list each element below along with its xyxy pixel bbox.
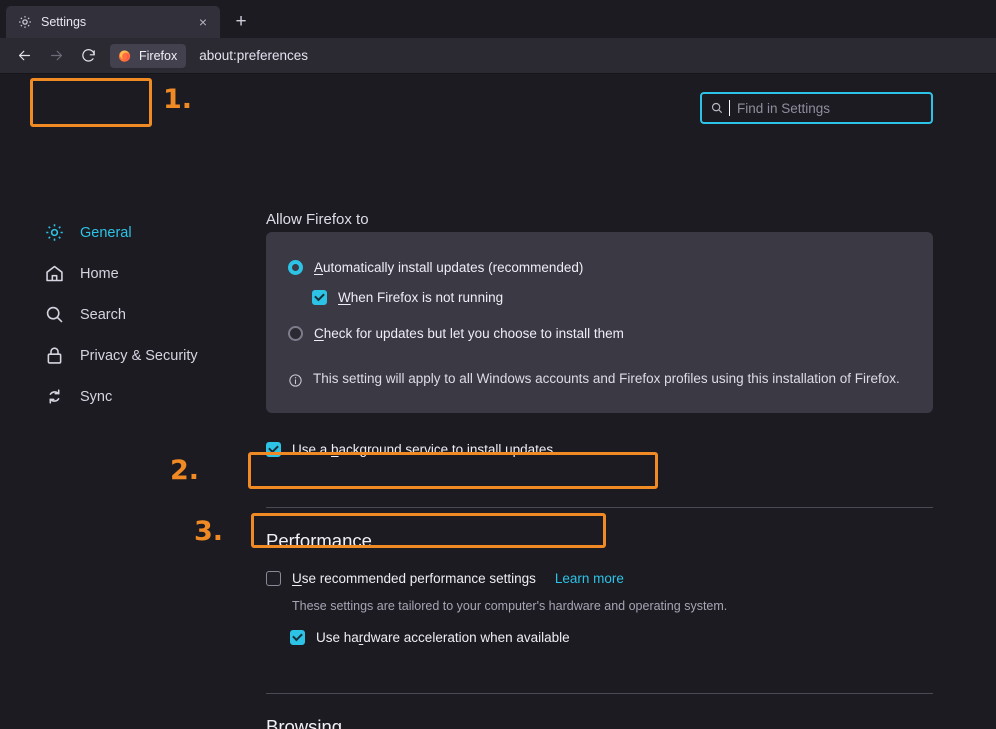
- identity-chip-label: Firefox: [139, 48, 178, 63]
- annotation-box-general: [30, 78, 152, 127]
- checkbox-hardware-acceleration[interactable]: [290, 629, 305, 645]
- url-text: about:preferences: [199, 48, 309, 63]
- checkbox-hardware-acceleration-row[interactable]: Use hardware acceleration when available: [290, 622, 933, 652]
- checkbox-when-not-running-row[interactable]: When Firefox is not running: [312, 282, 911, 312]
- identity-chip[interactable]: Firefox: [110, 43, 187, 68]
- back-icon[interactable]: [8, 41, 40, 71]
- tab-strip: Settings × +: [0, 0, 996, 38]
- sidebar-item-search[interactable]: Search: [0, 294, 250, 335]
- checkbox-recommended-performance-row[interactable]: Use recommended performance settings Lea…: [266, 563, 933, 593]
- preferences-page: Find in Settings General Home Search Pri…: [0, 74, 996, 729]
- magnifier-icon: [44, 304, 65, 325]
- radio-check-only-label: Check for updates but let you choose to …: [314, 325, 624, 341]
- annotation-number-1: 1.: [163, 84, 193, 115]
- gear-icon: [17, 14, 33, 30]
- close-icon[interactable]: ×: [192, 11, 214, 33]
- update-options-card: Automatically install updates (recommend…: [266, 232, 933, 413]
- checkbox-when-not-running[interactable]: [312, 289, 327, 305]
- sidebar-item-label: Search: [80, 306, 126, 323]
- checkbox-when-not-running-label: When Firefox is not running: [338, 289, 504, 305]
- checkbox-recommended-performance[interactable]: [266, 570, 281, 586]
- section-divider-browsing: [266, 693, 933, 694]
- info-icon: [288, 371, 303, 387]
- navigation-toolbar: Firefox about:preferences: [0, 38, 996, 74]
- sidebar-item-label: Privacy & Security: [80, 347, 198, 364]
- annotation-box-recommended-performance: [248, 452, 658, 489]
- search-input[interactable]: Find in Settings: [700, 92, 933, 124]
- sidebar-item-home[interactable]: Home: [0, 253, 250, 294]
- search-placeholder: Find in Settings: [737, 100, 831, 116]
- checkbox-hardware-acceleration-label: Use hardware acceleration when available: [316, 629, 570, 645]
- checkbox-recommended-performance-label: Use recommended performance settings: [292, 570, 536, 586]
- installation-notice-text: This setting will apply to all Windows a…: [313, 371, 900, 386]
- radio-auto-install[interactable]: [288, 259, 303, 275]
- settings-sidebar: General Home Search Privacy & Security S…: [0, 212, 250, 417]
- annotation-box-hardware-acceleration: [251, 513, 606, 548]
- sidebar-item-label: Home: [80, 265, 119, 282]
- radio-auto-install-label: Automatically install updates (recommend…: [314, 259, 584, 275]
- home-icon: [44, 263, 65, 284]
- sync-icon: [44, 386, 65, 407]
- learn-more-link[interactable]: Learn more: [555, 571, 624, 586]
- annotation-number-2: 2.: [170, 455, 200, 486]
- sidebar-item-label: General: [80, 224, 132, 241]
- radio-check-only-row[interactable]: Check for updates but let you choose to …: [288, 318, 911, 348]
- radio-check-only[interactable]: [288, 325, 303, 341]
- browsing-section-title: Browsing: [266, 716, 343, 729]
- sidebar-item-privacy-security[interactable]: Privacy & Security: [0, 335, 250, 376]
- forward-icon: [40, 41, 72, 71]
- new-tab-button[interactable]: +: [226, 7, 256, 37]
- gear-icon: [44, 222, 65, 243]
- tab-title: Settings: [41, 15, 87, 29]
- lock-icon: [44, 345, 65, 366]
- browser-tab-settings[interactable]: Settings ×: [6, 6, 220, 38]
- sidebar-item-label: Sync: [80, 388, 113, 405]
- installation-notice: This setting will apply to all Windows a…: [288, 366, 911, 391]
- sidebar-item-general[interactable]: General: [0, 212, 250, 253]
- find-in-settings-wrapper: Find in Settings: [700, 92, 933, 124]
- allow-firefox-to-heading: Allow Firefox to: [266, 212, 369, 224]
- annotation-number-3: 3.: [194, 516, 224, 547]
- text-caret: [729, 100, 730, 116]
- section-divider-performance: [266, 507, 933, 508]
- search-icon: [710, 101, 724, 115]
- sidebar-item-sync[interactable]: Sync: [0, 376, 250, 417]
- address-bar[interactable]: Firefox about:preferences: [110, 42, 988, 70]
- performance-hint: These settings are tailored to your comp…: [292, 599, 728, 613]
- reload-icon[interactable]: [72, 41, 104, 71]
- firefox-logo-icon: [117, 48, 132, 63]
- radio-auto-install-row[interactable]: Automatically install updates (recommend…: [288, 252, 911, 282]
